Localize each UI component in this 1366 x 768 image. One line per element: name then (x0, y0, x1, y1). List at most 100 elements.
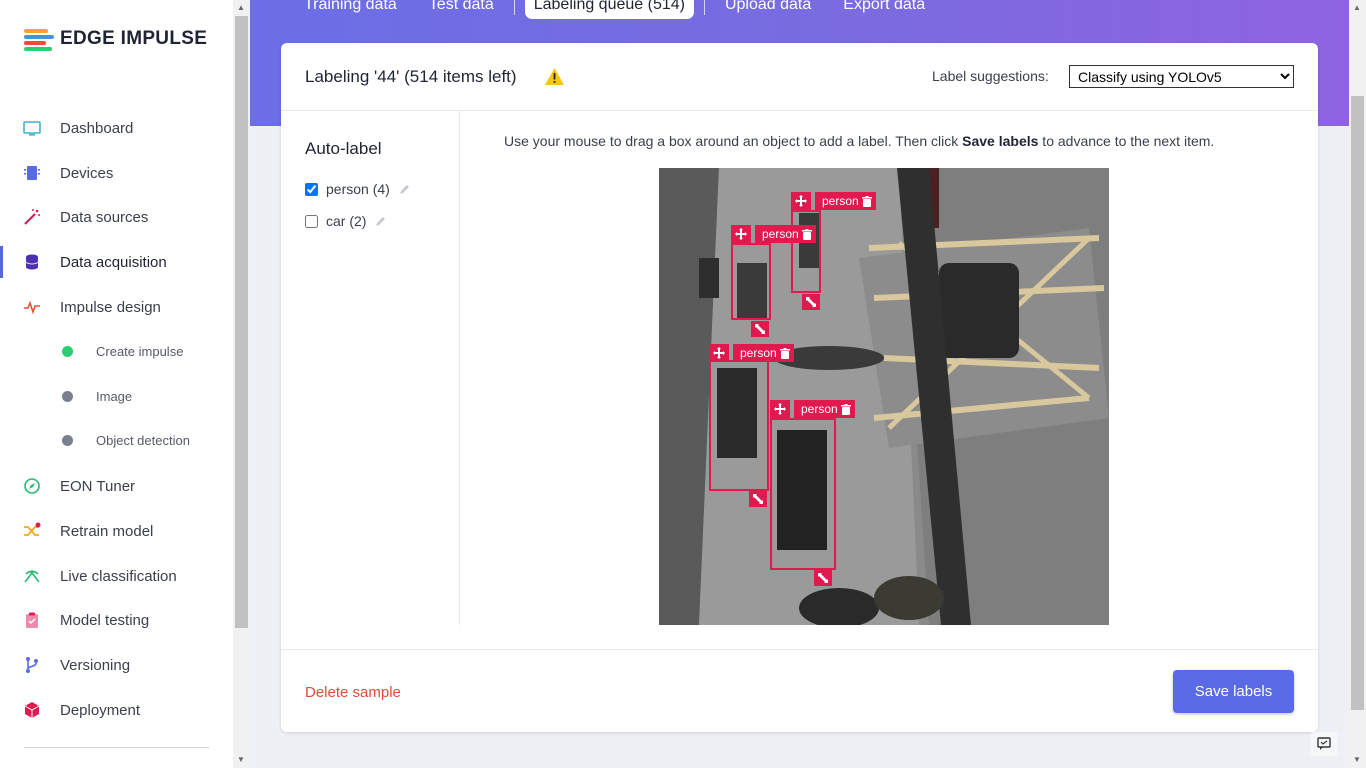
sidebar-item-label: Devices (60, 164, 114, 182)
box-tag: person (731, 225, 816, 243)
scroll-up-icon[interactable]: ▲ (1353, 3, 1361, 12)
label-option-person: person (4) (305, 181, 411, 197)
box-label-text: person (822, 194, 859, 208)
tab-upload-data[interactable]: Upload data (709, 0, 827, 19)
labeling-canvas[interactable]: person person person person (659, 168, 1109, 625)
sidebar-item-data-acquisition[interactable]: Data acquisition (0, 242, 233, 282)
data-tabs: Training data Test data Labeling queue (… (288, 0, 941, 19)
monitor-icon (23, 121, 41, 136)
box-label[interactable]: person (733, 344, 794, 362)
sidebar-item-label: Versioning (60, 656, 131, 674)
box-label-text: person (801, 402, 838, 416)
feedback-widget[interactable] (1310, 732, 1338, 756)
page-title: Labeling '44' (514 items left) (305, 67, 517, 86)
scroll-up-icon[interactable]: ▲ (237, 3, 245, 12)
sidebar-item-versioning[interactable]: Versioning (0, 645, 233, 685)
sidebar-item-deployment[interactable]: Deployment (0, 690, 233, 730)
resize-icon[interactable] (751, 321, 769, 337)
move-icon[interactable] (791, 192, 811, 210)
logo[interactable]: EDGE IMPULSE (24, 28, 208, 51)
labeling-card: Labeling '44' (514 items left) Label sug… (281, 43, 1318, 732)
bounding-box[interactable] (770, 418, 836, 570)
sidebar-item-data-sources[interactable]: Data sources (0, 197, 233, 237)
page-scroll-thumb[interactable] (1351, 96, 1364, 710)
box-label-text: person (740, 346, 777, 360)
car-checkbox[interactable] (305, 214, 318, 228)
pulse-icon (24, 300, 40, 315)
sidebar-item-live-classification[interactable]: Live classification (0, 556, 233, 596)
pencil-icon[interactable] (375, 215, 387, 227)
tab-divider (703, 0, 705, 15)
resize-icon[interactable] (749, 491, 767, 507)
edge-impulse-logo-icon (24, 28, 54, 51)
sidebar-item-label: Retrain model (60, 522, 154, 540)
box-tag: person (791, 192, 876, 210)
chat-icon (1317, 737, 1331, 750)
move-icon[interactable] (770, 400, 790, 418)
tab-test-data[interactable]: Test data (413, 0, 510, 19)
sidebar-item-label: Create impulse (96, 343, 184, 359)
clipboard-check-icon (26, 612, 38, 628)
warning-icon (545, 68, 564, 85)
box-label[interactable]: person (794, 400, 855, 418)
brand-name: EDGE IMPULSE (60, 28, 208, 49)
instructions-text: Use your mouse to drag a box around an o… (504, 133, 963, 149)
trash-icon[interactable] (801, 228, 812, 240)
sidebar-item-label: Dashboard (60, 119, 134, 137)
sidebar-scrollbar[interactable]: ▲ ▼ (233, 0, 250, 768)
label-option-text: car (2) (326, 213, 367, 229)
card-header: Labeling '44' (514 items left) Label sug… (281, 43, 1318, 111)
sidebar-item-retrain-model[interactable]: Retrain model (0, 511, 233, 551)
tab-export-data[interactable]: Export data (827, 0, 941, 19)
sidebar: EDGE IMPULSE Dashboard Devices Data sour… (0, 0, 233, 768)
move-icon[interactable] (731, 225, 751, 243)
sidebar-item-devices[interactable]: Devices (0, 153, 233, 193)
instructions-bold: Save labels (962, 133, 1039, 149)
save-labels-button[interactable]: Save labels (1173, 670, 1294, 713)
sidebar-item-label: Data sources (60, 208, 149, 226)
sidebar-item-label: Deployment (60, 701, 141, 719)
label-suggestions-select[interactable]: Classify using YOLOv5 (1069, 65, 1294, 88)
person-checkbox[interactable] (305, 182, 318, 196)
resize-icon[interactable] (802, 294, 820, 310)
trash-icon[interactable] (840, 403, 851, 415)
sidebar-item-image[interactable]: Image (0, 376, 233, 416)
bounding-box[interactable] (709, 360, 769, 491)
sidebar-item-eon-tuner[interactable]: EON Tuner (0, 466, 233, 506)
trash-icon[interactable] (861, 195, 872, 207)
box-tag: person (709, 344, 794, 362)
box-label[interactable]: person (815, 192, 876, 210)
status-dot-icon (62, 345, 73, 357)
tab-training-data[interactable]: Training data (288, 0, 413, 19)
sidebar-item-dashboard[interactable]: Dashboard (0, 108, 233, 148)
move-icon[interactable] (709, 344, 729, 362)
sidebar-item-impulse-design[interactable]: Impulse design (0, 287, 233, 327)
sidebar-divider (24, 747, 209, 748)
box-label-text: person (762, 227, 799, 241)
label-suggestions-label: Label suggestions: (932, 68, 1049, 84)
git-branch-icon (26, 657, 38, 673)
page-scrollbar[interactable]: ▲ ▼ (1349, 0, 1366, 768)
pencil-icon[interactable] (399, 183, 411, 195)
sidebar-item-object-detection[interactable]: Object detection (0, 420, 233, 460)
delete-sample-link[interactable]: Delete sample (305, 684, 401, 701)
scroll-down-icon[interactable]: ▼ (237, 755, 245, 764)
scroll-down-icon[interactable]: ▼ (1353, 755, 1361, 764)
box-label[interactable]: person (755, 225, 816, 243)
sidebar-item-create-impulse[interactable]: Create impulse (0, 331, 233, 371)
bounding-box[interactable] (731, 243, 771, 320)
trash-icon[interactable] (779, 347, 790, 359)
sidebar-scroll-thumb[interactable] (235, 16, 248, 628)
tab-divider (513, 0, 515, 15)
labeling-instructions: Use your mouse to drag a box around an o… (504, 133, 1214, 149)
signal-icon (24, 570, 40, 583)
resize-icon[interactable] (814, 570, 832, 586)
sidebar-item-label: Model testing (60, 611, 150, 629)
tab-labeling-queue[interactable]: Labeling queue (514) (524, 0, 694, 19)
magic-wand-icon (24, 209, 40, 225)
sidebar-item-label: Live classification (60, 567, 177, 585)
bounding-box[interactable] (791, 210, 821, 293)
status-dot-icon (62, 390, 73, 402)
sidebar-item-model-testing[interactable]: Model testing (0, 600, 233, 640)
auto-label-title: Auto-label (305, 139, 382, 158)
